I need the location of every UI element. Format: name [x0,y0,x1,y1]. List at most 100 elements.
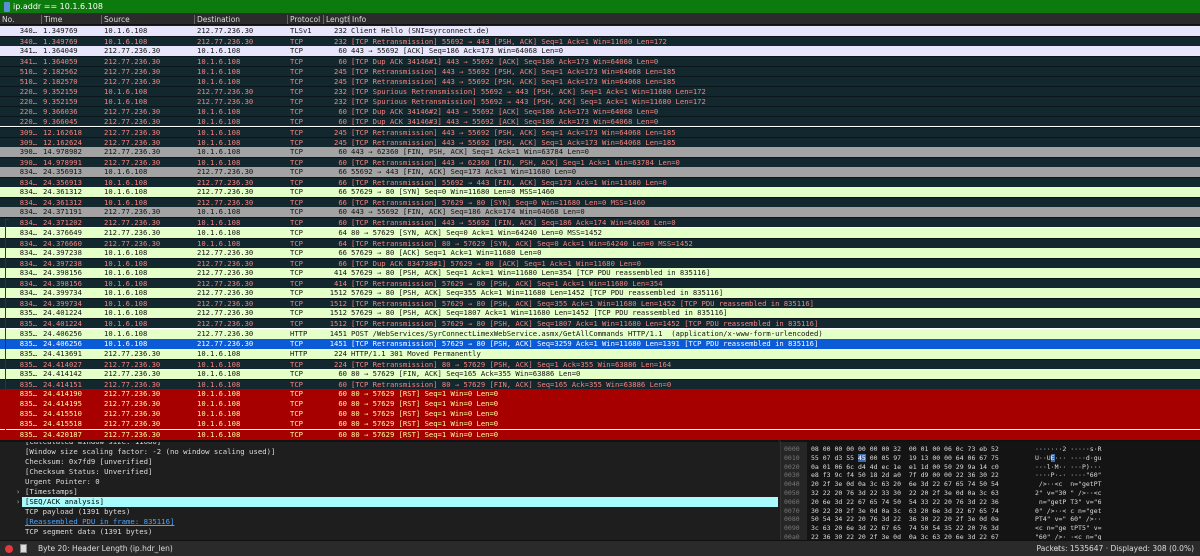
packet-row[interactable]: 510… 2.182570 212.77.236.30 10.1.6.108 TCP 24… [0,76,1200,87]
packet-info: 443 → 55692 [FIN, ACK] Seq=186 Ack=174 W… [351,207,585,217]
packet-length: 1451 [329,338,347,348]
packet-row[interactable]: 510… 2.182562 212.77.236.30 10.1.6.108 TCP 24… [0,65,1200,76]
packet-number: 835… [19,328,37,338]
packet-row[interactable]: 834… 24.356913 10.1.6.108 212.77.236.30 TCP 6… [0,166,1200,177]
packet-info: Client Hello (SNI=syrconnect.de) [351,25,490,35]
packet-row[interactable]: 341… 1.364049 212.77.236.30 10.1.6.108 TCP 60… [0,45,1200,56]
packet-destination: 212.77.236.30 [197,288,254,298]
packet-row[interactable]: 834… 24.376660 212.77.236.30 10.1.6.108 TCP 6… [0,237,1200,248]
packet-number: 835… [19,348,37,358]
detail-tree-item[interactable]: TCP payload (1391 bytes) [0,507,778,517]
packet-number: 835… [19,399,37,409]
packet-protocol: TCP [290,146,303,156]
packet-row[interactable]: 835… 24.414151 212.77.236.30 10.1.6.108 TCP 6… [0,379,1200,390]
packet-row[interactable]: 340… 1.349769 10.1.6.108 212.77.236.30 TCP 23… [0,35,1200,46]
detail-tree-item[interactable]: [Window size scaling factor: -2 (no wind… [0,447,778,457]
packet-row[interactable]: 835… 24.406256 10.1.6.108 212.77.236.30 TCP 1… [0,338,1200,349]
packet-destination: 10.1.6.108 [197,419,241,429]
packet-source: 10.1.6.108 [104,25,148,35]
packet-number: 834… [19,267,37,277]
column-header-time[interactable]: Time [41,15,62,24]
detail-tree-item[interactable]: Checksum: 0x7fd9 [unverified] [0,457,778,467]
packet-row[interactable]: 390… 14.978982 212.77.236.30 10.1.6.108 TCP 6… [0,146,1200,157]
column-header-info[interactable]: Info [349,15,366,24]
packet-source: 212.77.236.30 [104,409,161,419]
packet-length: 232 [334,25,347,35]
packet-row[interactable]: 309… 12.162618 212.77.236.30 10.1.6.108 TCP 2… [0,126,1200,137]
column-header-destination[interactable]: Destination [194,15,240,24]
packet-row[interactable]: 835… 24.414195 212.77.236.30 10.1.6.108 TCP 6… [0,399,1200,410]
packet-row[interactable]: 834… 24.397238 10.1.6.108 212.77.236.30 TCP 6… [0,257,1200,268]
packet-row[interactable]: 834… 24.398156 10.1.6.108 212.77.236.30 TCP 4… [0,278,1200,289]
packet-row[interactable]: 309… 12.162624 212.77.236.30 10.1.6.108 TCP 2… [0,136,1200,147]
packet-row[interactable]: 835… 24.401224 10.1.6.108 212.77.236.30 TCP 1… [0,308,1200,319]
bookmark-icon[interactable] [4,1,10,12]
packet-row[interactable]: 341… 1.364059 212.77.236.30 10.1.6.108 TCP 60… [0,55,1200,66]
column-header-no[interactable]: No. [0,15,14,24]
packet-row[interactable]: 834… 24.398156 10.1.6.108 212.77.236.30 TCP 4… [0,267,1200,278]
packet-row[interactable]: 340… 1.349769 10.1.6.108 212.77.236.30 TLSv1… [0,25,1200,36]
detail-text: [Window size scaling factor: -2 (no wind… [25,447,276,456]
detail-tree-item[interactable]: Urgent Pointer: 0 [0,477,778,487]
packet-source: 212.77.236.30 [104,419,161,429]
packet-row[interactable]: 835… 24.415510 212.77.236.30 10.1.6.108 TCP 6… [0,409,1200,420]
packet-row[interactable]: 220… 9.352159 10.1.6.108 212.77.236.30 TCP 23… [0,86,1200,97]
packet-destination: 10.1.6.108 [197,146,241,156]
packet-row[interactable]: 834… 24.371191 212.77.236.30 10.1.6.108 TCP 6… [0,207,1200,218]
packet-row[interactable]: 834… 24.399734 10.1.6.108 212.77.236.30 TCP 1… [0,298,1200,309]
packet-row[interactable]: 835… 24.414142 212.77.236.30 10.1.6.108 TCP 6… [0,368,1200,379]
packet-row[interactable]: 834… 24.361312 10.1.6.108 212.77.236.30 TCP 6… [0,197,1200,208]
detail-tree-item[interactable]: [Checksum Status: Unverified] [0,467,778,477]
packet-row[interactable]: 220… 9.366036 212.77.236.30 10.1.6.108 TCP 60… [0,106,1200,117]
detail-tree-item[interactable]: [Reassembled PDU in frame: 835116] [0,517,778,527]
expand-arrow-icon[interactable]: › [16,497,20,507]
packet-list[interactable]: 340… 1.349769 10.1.6.108 212.77.236.30 TLSv1… [0,25,1200,440]
display-filter-input[interactable]: ip.addr == 10.1.6.108 [13,2,103,11]
packet-row[interactable]: 834… 24.361312 10.1.6.108 212.77.236.30 TCP 6… [0,187,1200,198]
packet-length: 1512 [329,308,347,318]
detail-tree-item[interactable]: › [SEQ/ACK analysis] [16,497,778,507]
packet-length: 1451 [329,328,347,338]
packet-row[interactable]: 835… 24.406256 10.1.6.108 212.77.236.30 HTTP… [0,328,1200,339]
packet-source: 212.77.236.30 [104,389,161,399]
packet-time: 24.414195 [43,399,82,409]
packet-row[interactable]: 834… 24.356913 10.1.6.108 212.77.236.30 TCP 6… [0,177,1200,188]
packet-source: 10.1.6.108 [104,328,148,338]
packet-row[interactable]: 835… 24.413691 212.77.236.30 10.1.6.108 HTTP… [0,348,1200,359]
selected-byte[interactable]: 45 [857,453,866,462]
packet-source: 212.77.236.30 [104,399,161,409]
column-header-length[interactable]: Length [323,15,349,24]
packet-protocol: TCP [290,399,303,409]
packet-row[interactable]: 834… 24.376649 212.77.236.30 10.1.6.108 TCP 6… [0,227,1200,238]
packet-info: 57629 → 80 [PSH, ACK] Seq=355 Ack=1 Win=… [351,288,724,298]
detail-tree-item[interactable]: › [Timestamps] [0,487,778,497]
packet-row[interactable]: 835… 24.401224 10.1.6.108 212.77.236.30 TCP 1… [0,318,1200,329]
packet-row[interactable]: 835… 24.420187 212.77.236.30 10.1.6.108 TCP 6… [0,429,1200,440]
packet-protocol: TCP [290,45,303,55]
packet-bytes-pane[interactable]: 0000 08 00 00 00 00 00 00 32 00 01 00 06 … [780,440,1200,542]
packet-row[interactable]: 835… 24.414190 212.77.236.30 10.1.6.108 TCP 6… [0,389,1200,400]
packet-info: 443 → 62360 [FIN, PSH, ACK] Seq=1 Ack=1 … [351,146,589,156]
packet-row[interactable]: 390… 14.978991 212.77.236.30 10.1.6.108 TCP 6… [0,156,1200,167]
packet-row[interactable]: 835… 24.414027 212.77.236.30 10.1.6.108 TCP 2… [0,358,1200,369]
packet-source: 212.77.236.30 [104,368,161,378]
packet-row[interactable]: 834… 24.399734 10.1.6.108 212.77.236.30 TCP 1… [0,288,1200,299]
packet-row[interactable]: 220… 9.366045 212.77.236.30 10.1.6.108 TCP 60… [0,116,1200,127]
packet-row[interactable]: 220… 9.352159 10.1.6.108 212.77.236.30 TCP 23… [0,96,1200,107]
packet-row[interactable]: 834… 24.371202 212.77.236.30 10.1.6.108 TCP 6… [0,217,1200,228]
column-header-protocol[interactable]: Protocol [287,15,320,24]
capture-comment-icon[interactable] [20,544,27,553]
detail-tree-item[interactable]: [Calculated window size: 11680] [0,442,778,447]
expand-arrow-icon[interactable]: › [16,487,20,497]
packet-row[interactable]: 834… 24.397238 10.1.6.108 212.77.236.30 TCP 6… [0,247,1200,258]
detail-text: [SEQ/ACK analysis] [25,497,105,506]
packet-number: 340… [19,25,37,35]
packet-row[interactable]: 835… 24.415518 212.77.236.30 10.1.6.108 TCP 6… [0,419,1200,430]
column-header-source[interactable]: Source [101,15,130,24]
capture-status-icon[interactable] [5,545,13,553]
detail-tree-item[interactable]: TCP segment data (1391 bytes) [0,527,778,537]
selected-byte-ascii[interactable]: E [1050,453,1055,462]
display-filter-bar[interactable]: ip.addr == 10.1.6.108 [0,0,1200,14]
packet-number: 834… [19,187,37,197]
packet-details-pane[interactable]: [Calculated window size: 11680] [Window s… [0,440,778,540]
